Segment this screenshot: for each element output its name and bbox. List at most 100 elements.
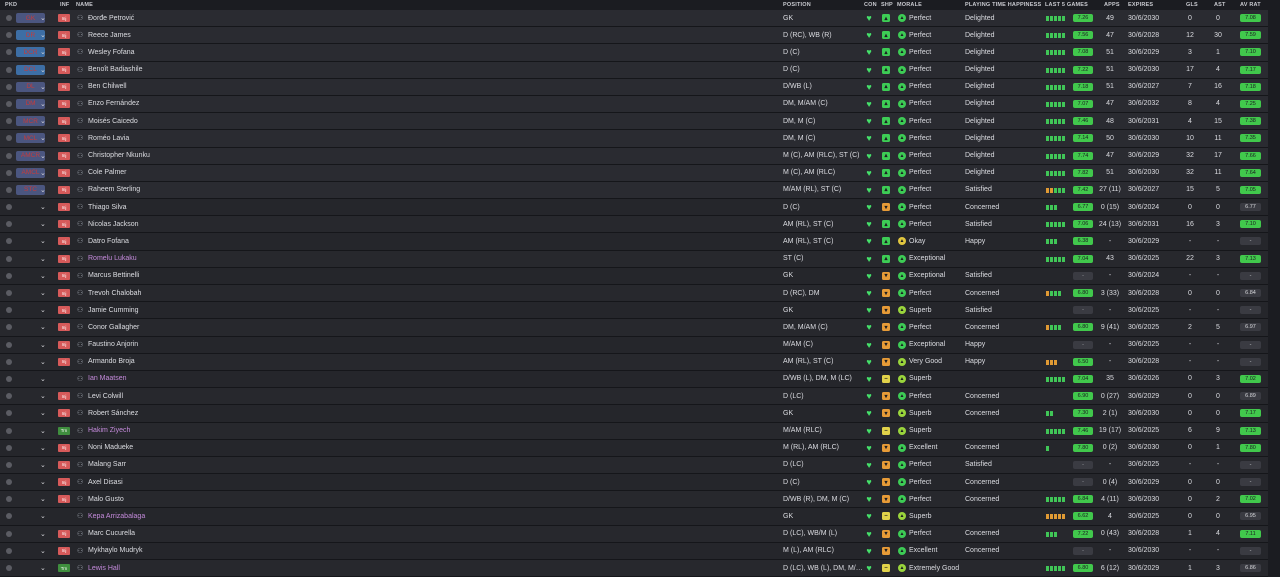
table-row[interactable]: ⌄ Inj ⚇ Levi Colwill D (LC) ♥ ▾ ▲ Perfect Concern… <box>0 388 1268 406</box>
table-row[interactable]: ⌄ Inj ⚇ Noni Madueke M (RL), AM (RLC) ♥ ▾ ▲ Exce… <box>0 439 1268 457</box>
chevron-down-icon[interactable]: ⌄ <box>40 216 46 232</box>
pick-dot[interactable] <box>6 204 12 211</box>
table-row[interactable]: ⌄ Inj ⚇ Jamie Cumming GK ♥ ▾ ▲ Superb Satisfied - -… <box>0 302 1268 320</box>
chevron-down-icon[interactable]: ⌄ <box>40 371 46 387</box>
table-row[interactable]: DCL ⌄ Inj ⚇ Benoît Badiashile D (C) ♥ ▴ ▲ Perfect… <box>0 61 1268 79</box>
player-name[interactable]: Malo Gusto <box>88 491 124 507</box>
player-name[interactable]: Lewis Hall <box>88 560 120 576</box>
table-row[interactable]: ⌄ Inj ⚇ Romelu Lukaku ST (C) ♥ ▴ ▲ Exceptional 7.… <box>0 250 1268 268</box>
table-row[interactable]: ⌄ Inj ⚇ Faustino Anjorin M/AM (C) ♥ ▾ ▲ Exceptio… <box>0 336 1268 354</box>
chevron-down-icon[interactable]: ⌄ <box>40 440 46 456</box>
table-row[interactable]: ⌄ Trn ⚇ Lewis Hall D (LC), WB (L), DM, M/… ♥ –… <box>0 560 1268 577</box>
chevron-down-icon[interactable]: ⌄ <box>40 543 46 559</box>
col-shp[interactable]: SHP <box>881 2 893 8</box>
col-avrat[interactable]: AV RAT <box>1240 2 1261 8</box>
pick-dot[interactable] <box>6 255 12 262</box>
pick-dot[interactable] <box>6 49 12 56</box>
col-gls[interactable]: GLS <box>1186 2 1198 8</box>
player-name[interactable]: Roméo Lavia <box>88 130 129 146</box>
player-name[interactable]: Datro Fofana <box>88 233 129 249</box>
table-row[interactable]: ⌄ Inj ⚇ Datro Fofana AM (RL), ST (C) ♥ ▴ ▲ Okay H… <box>0 233 1268 251</box>
chevron-down-icon[interactable]: ⌄ <box>40 491 46 507</box>
table-row[interactable]: ⌄ ⚇ Ian Maatsen D/WB (L), DM, M (LC) ♥ – ▲ Supe… <box>0 370 1268 389</box>
table-row[interactable]: AMCL ⌄ Inj ⚇ Cole Palmer M (C), AM (RLC) ♥ ▴ ▲ Pe… <box>0 164 1268 182</box>
pick-dot[interactable] <box>6 341 12 348</box>
player-name[interactable]: Faustino Anjorin <box>88 337 138 353</box>
chevron-down-icon[interactable]: ⌄ <box>40 251 46 267</box>
player-name[interactable]: Trevoh Chalobah <box>88 285 141 301</box>
player-name[interactable]: Noni Madueke <box>88 440 133 456</box>
chevron-down-icon[interactable]: ⌄ <box>40 388 46 404</box>
player-name[interactable]: Ben Chilwell <box>88 79 127 95</box>
player-name[interactable]: Mykhaylo Mudryk <box>88 543 142 559</box>
table-row[interactable]: ⌄ ⚇ Kepa Arrizabalaga GK ♥ – ▲ Superb 6.62 4 30/6/… <box>0 508 1268 526</box>
pick-dot[interactable] <box>6 479 12 486</box>
pick-dot[interactable] <box>6 513 12 520</box>
player-name[interactable]: Romelu Lukaku <box>88 251 137 267</box>
pick-dot[interactable] <box>6 290 12 296</box>
pick-dot[interactable] <box>6 375 12 382</box>
pick-dot[interactable] <box>6 15 12 21</box>
pick-dot[interactable] <box>6 152 12 159</box>
player-name[interactable]: Marc Cucurella <box>88 526 135 542</box>
table-row[interactable]: GK ⌄ Inj ⚇ Đorđe Petrović GK ♥ ▴ ▲ Perfect Delight… <box>0 10 1268 28</box>
pick-dot[interactable] <box>6 83 12 90</box>
pick-dot[interactable] <box>6 186 12 193</box>
player-name[interactable]: Hakim Ziyech <box>88 423 130 439</box>
pick-dot[interactable] <box>6 427 12 434</box>
col-morale[interactable]: MORALE <box>897 2 922 8</box>
player-name[interactable]: Jamie Cumming <box>88 302 139 318</box>
player-name[interactable]: Moisés Caicedo <box>88 113 138 129</box>
chevron-down-icon[interactable]: ⌄ <box>40 79 46 95</box>
col-apps[interactable]: APPS <box>1104 2 1120 8</box>
chevron-down-icon[interactable]: ⌄ <box>40 508 46 524</box>
chevron-down-icon[interactable]: ⌄ <box>40 405 46 421</box>
pick-dot[interactable] <box>6 100 12 107</box>
chevron-down-icon[interactable]: ⌄ <box>40 165 46 181</box>
pick-dot[interactable] <box>6 272 12 279</box>
pick-dot[interactable] <box>6 530 12 537</box>
col-inf[interactable]: INF <box>60 2 69 8</box>
player-name[interactable]: Axel Disasi <box>88 474 123 490</box>
chevron-down-icon[interactable]: ⌄ <box>40 62 46 78</box>
chevron-down-icon[interactable]: ⌄ <box>40 233 46 249</box>
table-row[interactable]: ⌄ Inj ⚇ Robert Sánchez GK ♥ ▾ ▲ Superb Concerned 7… <box>0 405 1268 423</box>
col-last5[interactable]: LAST 5 GAMES <box>1045 2 1088 8</box>
col-expires[interactable]: EXPIRES <box>1128 2 1153 8</box>
chevron-down-icon[interactable]: ⌄ <box>40 560 46 576</box>
player-name[interactable]: Ian Maatsen <box>88 371 127 387</box>
player-name[interactable]: Levi Colwill <box>88 388 123 404</box>
player-name[interactable]: Armando Broja <box>88 354 135 370</box>
pick-dot[interactable] <box>6 238 12 245</box>
chevron-down-icon[interactable]: ⌄ <box>40 457 46 473</box>
col-position[interactable]: POSITION <box>783 2 811 8</box>
chevron-down-icon[interactable]: ⌄ <box>40 319 46 335</box>
pick-dot[interactable] <box>6 565 12 571</box>
chevron-down-icon[interactable]: ⌄ <box>40 474 46 490</box>
table-row[interactable]: AMCR ⌄ Inj ⚇ Christopher Nkunku M (C), AM (RL… <box>0 147 1268 165</box>
chevron-down-icon[interactable]: ⌄ <box>40 337 46 353</box>
player-name[interactable]: Conor Gallagher <box>88 319 139 335</box>
player-name[interactable]: Robert Sánchez <box>88 405 138 421</box>
pick-dot[interactable] <box>6 307 12 314</box>
pick-dot[interactable] <box>6 496 12 503</box>
chevron-down-icon[interactable]: ⌄ <box>40 268 46 284</box>
table-row[interactable]: ⌄ Inj ⚇ Armando Broja AM (RL), ST (C) ♥ ▾ ▲ Very… <box>0 353 1268 371</box>
pick-dot[interactable] <box>6 169 12 176</box>
chevron-down-icon[interactable]: ⌄ <box>40 44 46 60</box>
chevron-down-icon[interactable]: ⌄ <box>40 182 46 198</box>
chevron-down-icon[interactable]: ⌄ <box>40 285 46 301</box>
player-name[interactable]: Kepa Arrizabalaga <box>88 508 145 524</box>
player-name[interactable]: Malang Sarr <box>88 457 126 473</box>
pick-dot[interactable] <box>6 66 12 73</box>
chevron-down-icon[interactable]: ⌄ <box>40 199 46 215</box>
table-row[interactable]: STC ⌄ Inj ⚇ Raheem Sterling M/AM (RL), ST (C)… <box>0 181 1268 200</box>
table-row[interactable]: DL ⌄ Inj ⚇ Ben Chilwell D/WB (L) ♥ ▴ ▲ Perfect Del… <box>0 78 1268 96</box>
chevron-down-icon[interactable]: ⌄ <box>40 526 46 542</box>
pick-dot[interactable] <box>6 444 12 451</box>
table-row[interactable]: MCR ⌄ Inj ⚇ Moisés Caicedo DM, M (C) ♥ ▴ ▲ Perfec… <box>0 113 1268 131</box>
chevron-down-icon[interactable]: ⌄ <box>40 27 46 43</box>
pick-dot[interactable] <box>6 358 12 365</box>
chevron-down-icon[interactable]: ⌄ <box>40 354 46 370</box>
chevron-down-icon[interactable]: ⌄ <box>40 302 46 318</box>
